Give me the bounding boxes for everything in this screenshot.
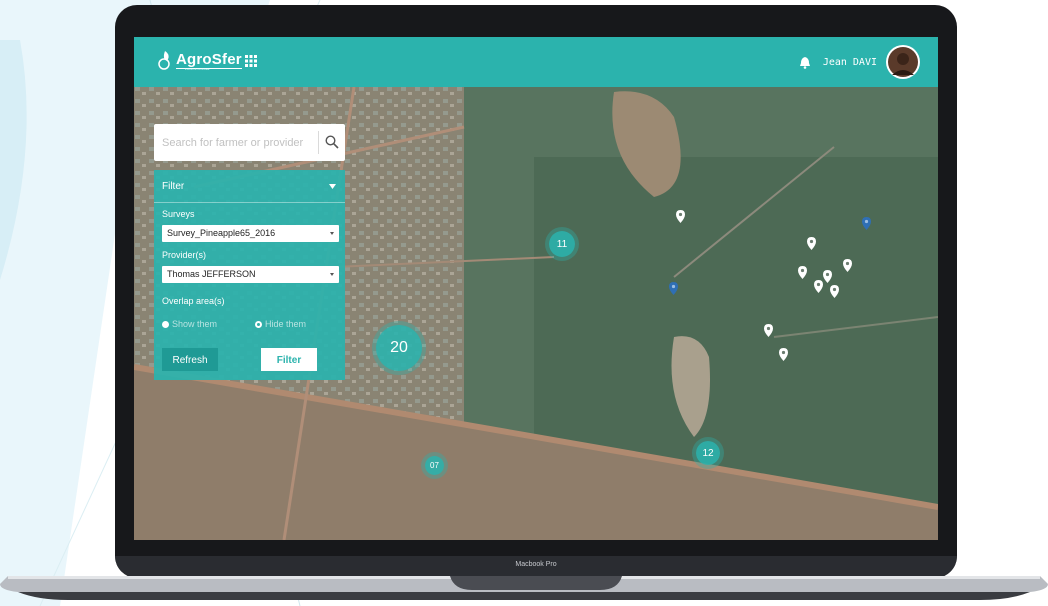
leaf-logo-icon — [158, 51, 170, 70]
search-box — [154, 124, 345, 161]
map-pin-icon[interactable] — [843, 259, 852, 272]
search-input[interactable] — [162, 124, 314, 161]
radio-hide-label: Hide them — [265, 319, 307, 329]
radio-checked-icon — [162, 320, 169, 328]
radio-unchecked-icon — [255, 320, 262, 328]
logo-text: AgroSfer — [176, 50, 242, 69]
chevron-down-icon[interactable] — [329, 184, 336, 189]
user-area: Jean DAVI — [799, 44, 920, 80]
survey-select[interactable]: Survey_Pineapple65_2016 — [162, 225, 339, 242]
top-navigation-bar: AgroSfer FOOD & COFFEE Jean DAVI — [134, 37, 938, 87]
user-avatar-icon — [888, 47, 918, 77]
map-pin-icon[interactable] — [764, 324, 773, 337]
app-screen: AgroSfer FOOD & COFFEE Jean DAVI Search … — [134, 37, 938, 540]
radio-show-label: Show them — [172, 319, 218, 329]
surveys-label: Surveys — [162, 209, 195, 219]
agrosfer-logo[interactable]: AgroSfer FOOD & COFFEE — [156, 47, 242, 73]
map-pin-icon[interactable] — [814, 280, 823, 293]
provider-select[interactable]: Thomas JEFFERSON — [162, 266, 339, 283]
avatar[interactable] — [886, 45, 920, 79]
caret-down-icon — [330, 273, 334, 276]
map-pin-icon[interactable] — [807, 237, 816, 250]
search-icon[interactable] — [325, 135, 339, 149]
search-divider — [318, 131, 319, 154]
filter-title: Filter — [162, 181, 185, 192]
apps-grid-icon[interactable] — [245, 55, 257, 67]
notification-bell-icon[interactable] — [799, 56, 811, 69]
map-pin-icon[interactable] — [779, 348, 788, 361]
user-name[interactable]: Jean DAVI — [823, 57, 877, 68]
map-pin-icon[interactable] — [798, 266, 807, 279]
radio-hide-them[interactable]: Hide them — [255, 319, 306, 329]
cluster-marker[interactable]: 20 — [376, 325, 422, 371]
caret-down-icon — [330, 232, 334, 235]
filter-button[interactable]: Filter — [261, 348, 317, 371]
provider-select-value: Thomas JEFFERSON — [167, 269, 256, 279]
map-pin-icon[interactable] — [676, 210, 685, 223]
filter-header[interactable]: Filter — [154, 170, 345, 203]
refresh-button[interactable]: Refresh — [162, 348, 218, 371]
cluster-marker[interactable]: 11 — [549, 231, 575, 257]
laptop-base — [0, 576, 1048, 600]
device-model-label: Macbook Pro — [515, 561, 557, 568]
providers-label: Provider(s) — [162, 250, 207, 260]
cluster-marker[interactable]: 07 — [425, 456, 444, 475]
map-pin-icon[interactable] — [823, 270, 832, 283]
map-pin-blue-icon[interactable] — [862, 217, 871, 230]
survey-select-value: Survey_Pineapple65_2016 — [167, 228, 276, 238]
cluster-marker[interactable]: 12 — [696, 441, 720, 465]
map-pin-icon[interactable] — [830, 285, 839, 298]
overlap-label: Overlap area(s) — [162, 296, 225, 306]
radio-show-them[interactable]: Show them — [162, 319, 217, 329]
logo-tagline: FOOD & COFFEE — [185, 67, 210, 71]
map-pin-blue-icon[interactable] — [669, 282, 678, 295]
